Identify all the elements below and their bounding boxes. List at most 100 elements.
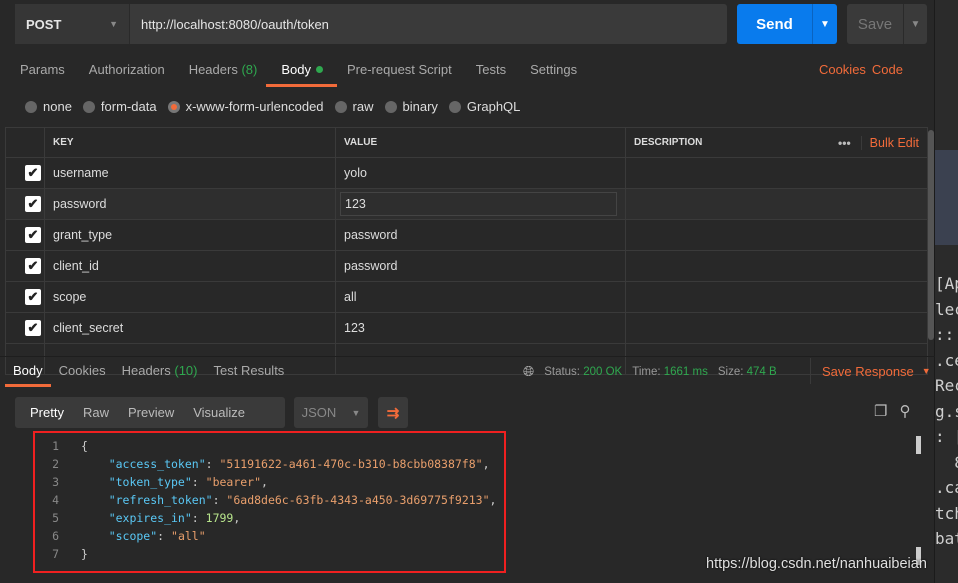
save-options-chevron-icon[interactable]: ▼ (904, 4, 927, 44)
radio-graphql[interactable]: GraphQL (448, 99, 520, 114)
value-cell[interactable]: all (335, 281, 626, 313)
value-text[interactable]: yolo (344, 166, 367, 180)
checkbox-checked-icon[interactable]: ✔ (25, 227, 41, 243)
code-token: , (482, 457, 490, 471)
code-token: { (81, 439, 88, 453)
code-token: "scope" (81, 529, 158, 543)
code-token: "6ad8de6c-63fb-4343-a450-3d69775f9213" (226, 493, 490, 507)
checkbox-checked-icon[interactable]: ✔ (25, 258, 41, 274)
description-cell[interactable] (625, 219, 928, 251)
value-cell[interactable]: yolo (335, 157, 626, 189)
more-options-icon[interactable]: ••• (838, 136, 851, 150)
copy-icon[interactable]: ❐ (874, 402, 887, 420)
response-tab-headers[interactable]: Headers (10) (122, 363, 198, 387)
send-options-chevron-icon[interactable]: ▼ (813, 4, 837, 44)
tab-headers[interactable]: Headers (8) (189, 62, 258, 86)
description-cell[interactable] (625, 188, 928, 220)
view-preview[interactable]: Preview (128, 405, 174, 420)
checkbox-checked-icon[interactable]: ✔ (25, 196, 41, 212)
response-tab-test-results[interactable]: Test Results (214, 363, 285, 387)
description-cell[interactable] (625, 312, 928, 344)
value-text[interactable]: all (344, 290, 357, 304)
radio-icon[interactable] (82, 100, 95, 113)
key-cell[interactable]: username (44, 157, 336, 189)
description-cell[interactable] (625, 281, 928, 313)
table-header-row: KEY VALUE DESCRIPTION ••• Bulk Edit (5, 127, 928, 158)
save-button[interactable]: Save ▼ (847, 4, 927, 44)
radio-icon[interactable] (448, 100, 461, 113)
ide-text-fragment: [Ap (935, 274, 958, 293)
cookies-link[interactable]: Cookies (819, 62, 866, 77)
save-label[interactable]: Save (847, 4, 904, 44)
key-cell[interactable]: client_secret (44, 312, 336, 344)
globe-icon[interactable]: 🌐︎ (523, 363, 534, 380)
code-scrollbar[interactable] (916, 436, 921, 454)
radio-raw[interactable]: raw (334, 99, 374, 114)
checkbox-cell: ✔ (5, 250, 45, 282)
view-visualize[interactable]: Visualize (193, 405, 245, 420)
body-active-dot-icon (315, 66, 323, 73)
radio-icon[interactable] (334, 100, 347, 113)
radio-binary[interactable]: binary (384, 99, 438, 114)
radio-none[interactable]: none (25, 99, 72, 114)
radio-icon[interactable] (384, 100, 397, 113)
tab-tests[interactable]: Tests (476, 62, 506, 86)
wrap-lines-icon[interactable]: ⇉ (378, 397, 408, 428)
value-text[interactable]: 123 (344, 321, 365, 335)
value-cell[interactable]: 123 (335, 188, 626, 220)
watermark: https://blog.csdn.net/nanhuaibeian (706, 556, 927, 572)
value-text[interactable]: password (344, 259, 398, 273)
response-code-editor[interactable]: 1{2 "access_token": "51191622-a461-470c-… (33, 431, 506, 573)
key-cell[interactable]: scope (44, 281, 336, 313)
view-raw[interactable]: Raw (83, 405, 109, 420)
line-number: 2 (52, 457, 59, 471)
radio-label: none (43, 99, 72, 114)
key-cell[interactable]: password (44, 188, 336, 220)
size-label: Size: (717, 365, 744, 378)
description-label: DESCRIPTION (634, 137, 703, 148)
send-label[interactable]: Send (737, 4, 813, 44)
code-token: "all" (171, 529, 206, 543)
response-tab-cookies[interactable]: Cookies (59, 363, 106, 387)
send-button[interactable]: Send ▼ (737, 4, 837, 44)
view-pretty[interactable]: Pretty (30, 405, 64, 420)
description-cell[interactable] (625, 250, 928, 282)
tab-settings[interactable]: Settings (530, 62, 577, 86)
url-input[interactable]: http://localhost:8080/oauth/token (130, 4, 329, 44)
tab-pre-request-script[interactable]: Pre-request Script (347, 62, 452, 86)
checkbox-checked-icon[interactable]: ✔ (25, 320, 41, 336)
table-scrollbar[interactable] (928, 130, 934, 340)
value-cell[interactable]: password (335, 219, 626, 251)
radio-selected-icon[interactable] (167, 100, 180, 113)
radio-icon[interactable] (25, 100, 37, 113)
key-cell[interactable]: grant_type (44, 219, 336, 251)
value-cell[interactable]: password (335, 250, 626, 282)
response-tab-body[interactable]: Body (5, 363, 51, 387)
description-cell[interactable] (625, 157, 928, 189)
response-divider[interactable] (0, 356, 935, 357)
checkbox-checked-icon[interactable]: ✔ (25, 289, 41, 305)
code-link[interactable]: Code (872, 62, 903, 77)
code-line: 7} (35, 545, 88, 563)
tab-params[interactable]: Params (20, 62, 65, 86)
table-row: ✔ grant_type password (5, 219, 928, 251)
method-select[interactable]: POST ▼ (15, 4, 130, 44)
value-column-header: VALUE (335, 127, 626, 158)
value-input[interactable]: 123 (340, 192, 617, 216)
key-cell[interactable]: client_id (44, 250, 336, 282)
value-text[interactable]: password (344, 228, 398, 242)
ide-text-fragment: bat (935, 529, 958, 548)
ide-text-fragment: :: (935, 325, 955, 344)
tab-authorization[interactable]: Authorization (89, 62, 165, 86)
bulk-edit-link[interactable]: Bulk Edit (860, 135, 919, 150)
search-icon[interactable]: ⚲ (899, 402, 910, 420)
radio-x-www-form-urlencoded[interactable]: x-www-form-urlencoded (167, 99, 324, 114)
code-token: "refresh_token" (81, 493, 213, 507)
save-response-button[interactable]: Save Response ▼ (810, 358, 931, 384)
tab-body[interactable]: Body (266, 62, 337, 87)
value-cell[interactable]: 123 (335, 312, 626, 344)
code-token: : (205, 457, 220, 471)
radio-form-data[interactable]: form-data (82, 99, 157, 114)
checkbox-checked-icon[interactable]: ✔ (25, 165, 41, 181)
format-select[interactable]: JSON ▼ (294, 397, 368, 428)
